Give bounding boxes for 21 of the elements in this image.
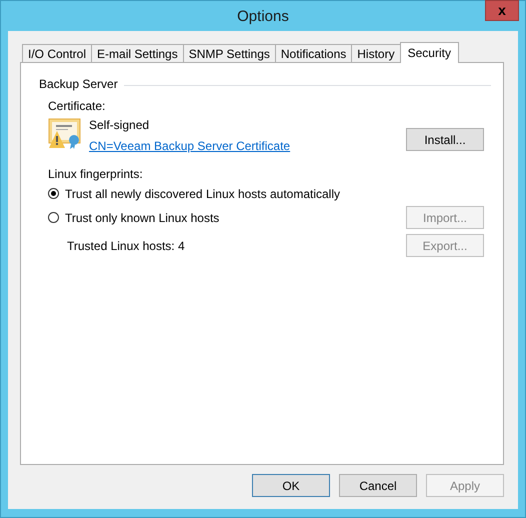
fingerprints-label: Linux fingerprints: xyxy=(48,167,144,181)
certificate-label: Certificate: xyxy=(48,99,106,113)
tab[interactable]: SNMP Settings xyxy=(182,44,276,62)
dialog-button[interactable]: Cancel xyxy=(339,474,417,497)
trusted-hosts-count: Trusted Linux hosts: 4 xyxy=(66,238,185,252)
tab[interactable]: Security xyxy=(400,42,459,63)
radio-label: Trust all newly discovered Linux hosts automatically xyxy=(65,186,340,200)
certificate-warning-icon xyxy=(48,118,82,149)
tab[interactable]: I/O Control xyxy=(22,44,92,62)
tab[interactable]: E-mail Settings xyxy=(91,44,184,62)
certificate-link[interactable]: CN=Veeam Backup Server Certificate xyxy=(89,139,290,153)
radio-label: Trust only known Linux hosts xyxy=(65,210,220,224)
tab[interactable]: History xyxy=(351,44,401,62)
window-title: Options xyxy=(237,8,289,25)
radio-button[interactable] xyxy=(48,188,59,199)
radio-button[interactable] xyxy=(48,212,59,223)
group-title: Backup Server xyxy=(39,77,118,91)
dialog-button[interactable]: OK xyxy=(252,474,330,497)
certificate-status: Self-signed xyxy=(89,118,150,132)
install-button[interactable]: Install... xyxy=(406,128,484,151)
close-button[interactable]: x xyxy=(485,0,519,21)
